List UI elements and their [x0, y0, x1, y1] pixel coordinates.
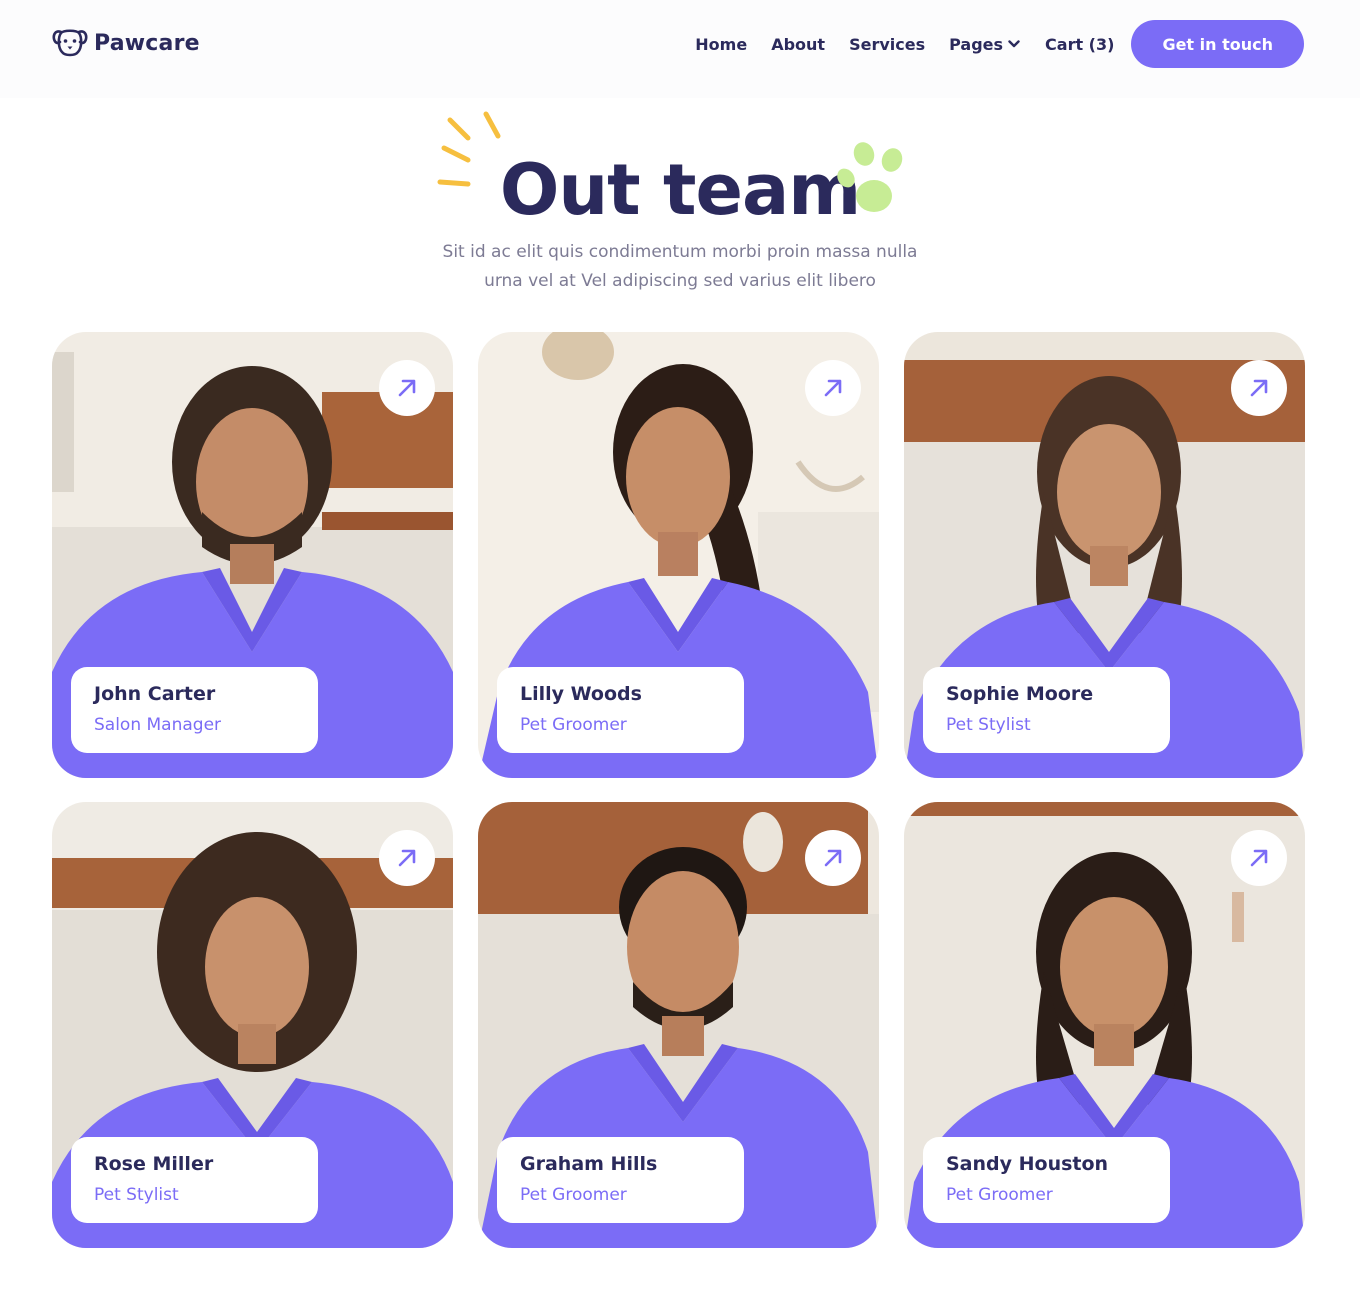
brand-logo[interactable]: Pawcare: [52, 28, 200, 58]
member-name: Sophie Moore: [946, 683, 1094, 705]
member-info: Graham Hills Pet Groomer: [497, 1137, 744, 1223]
nav-cart[interactable]: Cart (3): [1045, 35, 1114, 54]
dog-face-icon: [52, 29, 88, 57]
paw-print-icon: [837, 142, 903, 212]
card-link-button[interactable]: [1231, 360, 1287, 416]
brand-name: Pawcare: [94, 30, 200, 56]
page-title: Out team: [499, 149, 861, 231]
main-nav: Home About Services Pages Cart (3) Get i…: [695, 20, 1304, 68]
team-grid: John Carter Salon Manager Lilly Woods Pe…: [52, 332, 1305, 1248]
subtitle-line-1: Sit id ac elit quis condimentum morbi pr…: [442, 242, 918, 262]
get-in-touch-button[interactable]: Get in touch: [1131, 20, 1304, 68]
team-card[interactable]: Lilly Woods Pet Groomer: [478, 332, 879, 778]
arrow-up-right-icon: [824, 849, 842, 867]
member-info: Sophie Moore Pet Stylist: [923, 667, 1170, 753]
team-heading-section: Out team Sit id ac elit quis condimentum…: [0, 110, 1360, 310]
member-role: Pet Stylist: [94, 1185, 179, 1205]
card-link-button[interactable]: [379, 830, 435, 886]
member-name: Rose Miller: [94, 1153, 214, 1175]
chevron-down-icon: [1008, 40, 1020, 48]
arrow-up-right-icon: [398, 379, 416, 397]
team-card[interactable]: John Carter Salon Manager: [52, 332, 453, 778]
member-name: John Carter: [94, 683, 216, 705]
member-name: Graham Hills: [520, 1153, 658, 1175]
arrow-up-right-icon: [824, 379, 842, 397]
member-role: Salon Manager: [94, 715, 222, 735]
team-card[interactable]: Graham Hills Pet Groomer: [478, 802, 879, 1248]
member-info: Sandy Houston Pet Groomer: [923, 1137, 1170, 1223]
member-name: Lilly Woods: [520, 683, 642, 705]
member-role: Pet Stylist: [946, 715, 1031, 735]
nav-pages-dropdown[interactable]: Pages: [949, 35, 1021, 54]
member-info: Rose Miller Pet Stylist: [71, 1137, 318, 1223]
nav-home[interactable]: Home: [695, 35, 747, 54]
site-header: Pawcare Home About Services Pages Cart (…: [0, 0, 1360, 98]
nav-about[interactable]: About: [771, 35, 825, 54]
team-card[interactable]: Rose Miller Pet Stylist: [52, 802, 453, 1248]
arrow-up-right-icon: [1250, 849, 1268, 867]
card-link-button[interactable]: [379, 360, 435, 416]
member-name: Sandy Houston: [946, 1153, 1109, 1175]
member-role: Pet Groomer: [520, 715, 627, 735]
member-info: Lilly Woods Pet Groomer: [497, 667, 744, 753]
card-link-button[interactable]: [805, 830, 861, 886]
arrow-up-right-icon: [398, 849, 416, 867]
team-card[interactable]: Sophie Moore Pet Stylist: [904, 332, 1305, 778]
member-info: John Carter Salon Manager: [71, 667, 318, 753]
member-role: Pet Groomer: [520, 1185, 627, 1205]
subtitle-line-2: urna vel at Vel adipiscing sed varius el…: [484, 271, 876, 291]
nav-services[interactable]: Services: [849, 35, 925, 54]
member-role: Pet Groomer: [946, 1185, 1053, 1205]
nav-pages-label: Pages: [949, 34, 1004, 54]
page-subtitle: Sit id ac elit quis condimentum morbi pr…: [380, 238, 980, 296]
card-link-button[interactable]: [805, 360, 861, 416]
card-link-button[interactable]: [1231, 830, 1287, 886]
team-card[interactable]: Sandy Houston Pet Groomer: [904, 802, 1305, 1248]
arrow-up-right-icon: [1250, 379, 1268, 397]
